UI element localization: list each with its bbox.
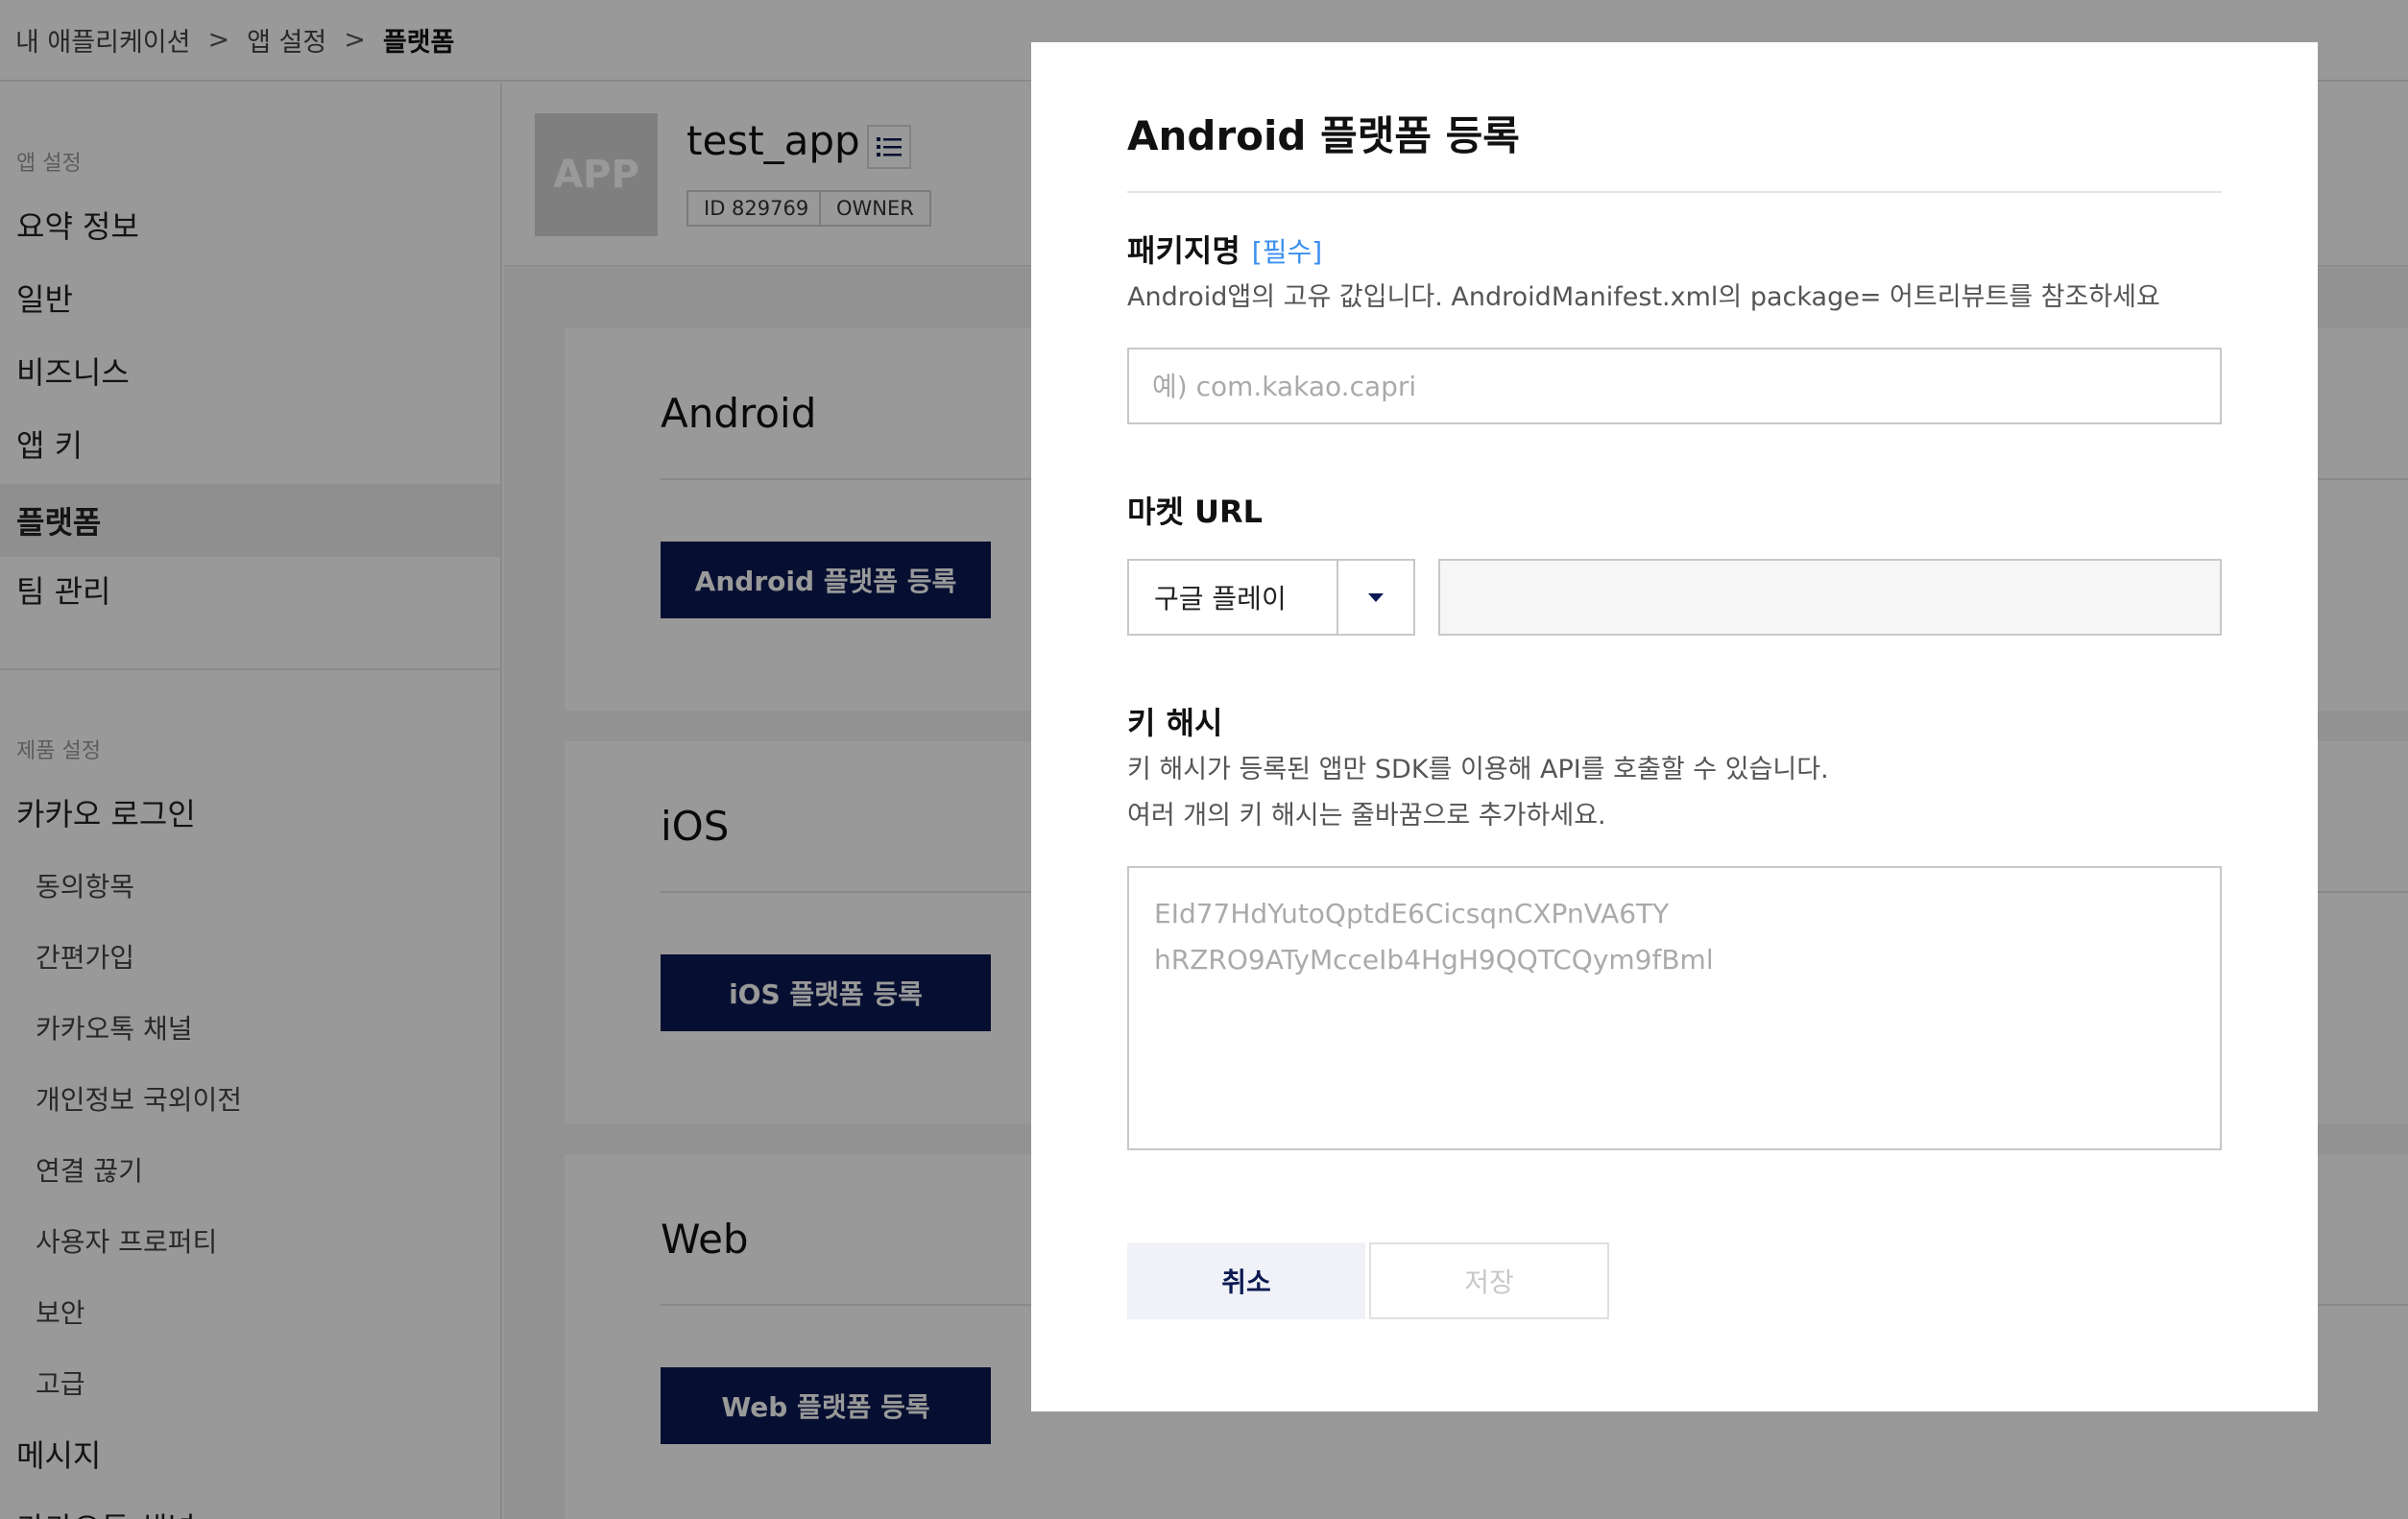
key-hash-description-line1: 키 해시가 등록된 앱만 SDK를 이용해 API를 호출할 수 있습니다. — [1127, 755, 1829, 784]
required-tag: [필수] — [1251, 236, 1323, 268]
key-hash-textarea[interactable] — [1127, 866, 2222, 1150]
package-name-label: 패키지명 [필수] — [1127, 227, 1322, 271]
save-button[interactable]: 저장 — [1369, 1242, 1609, 1319]
package-name-description: Android앱의 고유 값입니다. AndroidManifest.xml의 … — [1127, 282, 2160, 312]
modal-divider — [1127, 191, 2222, 193]
package-name-label-text: 패키지명 — [1127, 232, 1240, 269]
market-select-value: 구글 플레이 — [1129, 561, 1338, 634]
package-name-input[interactable] — [1127, 348, 2222, 424]
key-hash-label: 키 해시 — [1127, 705, 1223, 741]
cancel-button[interactable]: 취소 — [1127, 1242, 1365, 1319]
modal-title: Android 플랫폼 등록 — [1127, 112, 1520, 159]
key-hash-description-line2: 여러 개의 키 해시는 줄바꿈으로 추가하세요. — [1127, 801, 1606, 831]
market-select[interactable]: 구글 플레이 — [1127, 559, 1415, 636]
market-url-input[interactable] — [1438, 559, 2222, 636]
page: 내 애플리케이션 > 앱 설정 > 플랫폼 앱 설정 요약 정보 일반 비즈니스… — [0, 0, 2408, 1519]
android-platform-modal: Android 플랫폼 등록 패키지명 [필수] Android앱의 고유 값입니… — [1031, 42, 2318, 1411]
market-url-label: 마켓 URL — [1127, 494, 1264, 530]
caret-down-icon — [1368, 593, 1384, 602]
market-select-arrow[interactable] — [1338, 561, 1413, 634]
